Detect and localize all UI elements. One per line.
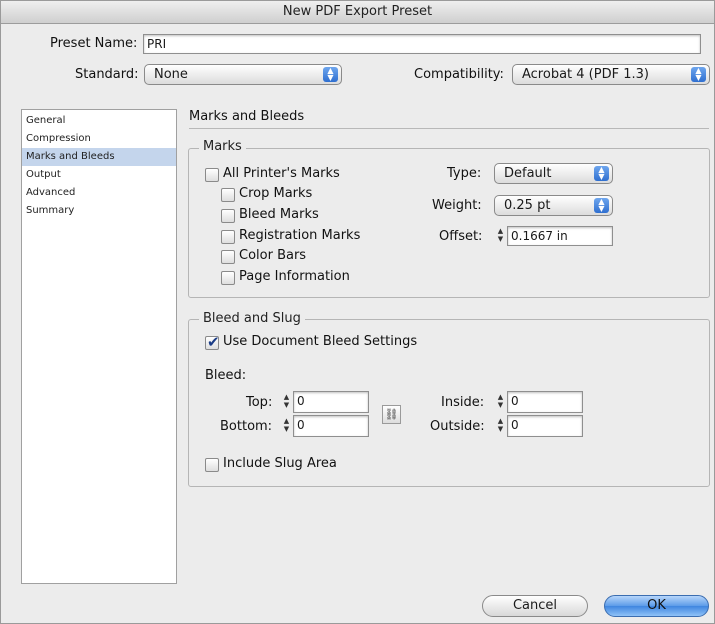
select-arrows-icon: ▲ ▼ — [691, 67, 706, 82]
include-slug-label: Include Slug Area — [223, 456, 337, 471]
outside-input[interactable]: 0 — [507, 415, 583, 437]
checkmark-icon: ✔ — [207, 333, 220, 351]
outside-label: Outside: — [430, 419, 485, 434]
registration-marks-label: Registration Marks — [239, 228, 361, 243]
cancel-button[interactable]: Cancel — [482, 595, 588, 617]
compatibility-select[interactable]: Acrobat 4 (PDF 1.3) ▲ ▼ — [512, 64, 710, 85]
select-arrows-icon: ▲ ▼ — [594, 198, 609, 213]
bottom-stepper-icon[interactable]: ▲ ▼ — [281, 417, 292, 434]
bleed-marks-checkbox[interactable] — [221, 209, 235, 223]
offset-stepper-icon[interactable]: ▲ ▼ — [495, 227, 506, 244]
bleed-label: Bleed: — [205, 368, 247, 383]
bleed-slug-group-title: Bleed and Slug — [199, 311, 305, 326]
type-select[interactable]: Default ▲ ▼ — [494, 163, 613, 184]
marks-group-title: Marks — [199, 139, 246, 154]
sidebar-item-summary[interactable]: Summary — [22, 202, 176, 220]
weight-select[interactable]: 0.25 pt ▲ ▼ — [494, 195, 613, 216]
select-arrows-icon: ▲ ▼ — [594, 166, 609, 181]
color-bars-checkbox[interactable] — [221, 250, 235, 264]
inside-stepper-icon[interactable]: ▲ ▼ — [495, 393, 506, 410]
ok-button[interactable]: OK — [604, 595, 709, 617]
sidebar-item-general[interactable]: General — [22, 112, 176, 130]
sidebar-item-compression[interactable]: Compression — [22, 130, 176, 148]
standard-select[interactable]: None ▲ ▼ — [144, 64, 342, 85]
inside-label: Inside: — [441, 395, 485, 410]
color-bars-label: Color Bars — [239, 248, 307, 263]
preset-name-input[interactable]: PRI — [143, 34, 701, 54]
crop-marks-label: Crop Marks — [239, 186, 313, 201]
inside-input[interactable]: 0 — [507, 391, 583, 413]
sidebar-item-marks-and-bleeds[interactable]: Marks and Bleeds — [22, 148, 176, 166]
use-document-bleed-label: Use Document Bleed Settings — [223, 334, 418, 349]
preset-name-label: Preset Name: — [50, 36, 138, 51]
type-select-value: Default — [504, 166, 552, 181]
crop-marks-checkbox[interactable] — [221, 188, 235, 202]
compatibility-label: Compatibility: — [414, 67, 504, 82]
use-document-bleed-checkbox[interactable]: ✔ — [205, 333, 220, 351]
page-information-label: Page Information — [239, 269, 350, 284]
chain-link-icon[interactable]: ⛓ — [382, 405, 401, 424]
all-printers-marks-checkbox[interactable] — [205, 168, 219, 182]
all-printers-marks-label: All Printer's Marks — [223, 166, 340, 181]
offset-input[interactable]: 0.1667 in — [507, 226, 613, 246]
top-label: Top: — [246, 395, 273, 410]
standard-select-value: None — [154, 67, 188, 82]
bottom-input[interactable]: 0 — [293, 415, 369, 437]
sidebar-item-output[interactable]: Output — [22, 166, 176, 184]
top-stepper-icon[interactable]: ▲ ▼ — [281, 393, 292, 410]
outside-stepper-icon[interactable]: ▲ ▼ — [495, 417, 506, 434]
bleed-marks-label: Bleed Marks — [239, 207, 319, 222]
registration-marks-checkbox[interactable] — [221, 230, 235, 244]
category-sidebar: General Compression Marks and Bleeds Out… — [21, 109, 177, 584]
weight-label: Weight: — [432, 198, 482, 213]
weight-select-value: 0.25 pt — [504, 198, 551, 213]
top-input[interactable]: 0 — [293, 391, 369, 413]
window-title: New PDF Export Preset — [1, 1, 714, 24]
type-label: Type: — [447, 166, 482, 181]
section-title: Marks and Bleeds — [189, 109, 305, 124]
sidebar-item-advanced[interactable]: Advanced — [22, 184, 176, 202]
page-information-checkbox[interactable] — [221, 271, 235, 285]
section-divider — [189, 128, 709, 129]
bottom-label: Bottom: — [220, 419, 273, 434]
include-slug-checkbox[interactable] — [205, 458, 219, 472]
pdf-export-preset-dialog: New PDF Export Preset Preset Name: PRI S… — [0, 0, 715, 624]
select-arrows-icon: ▲ ▼ — [323, 67, 338, 82]
compatibility-select-value: Acrobat 4 (PDF 1.3) — [522, 67, 649, 82]
offset-label: Offset: — [439, 229, 483, 244]
standard-label: Standard: — [75, 67, 139, 82]
